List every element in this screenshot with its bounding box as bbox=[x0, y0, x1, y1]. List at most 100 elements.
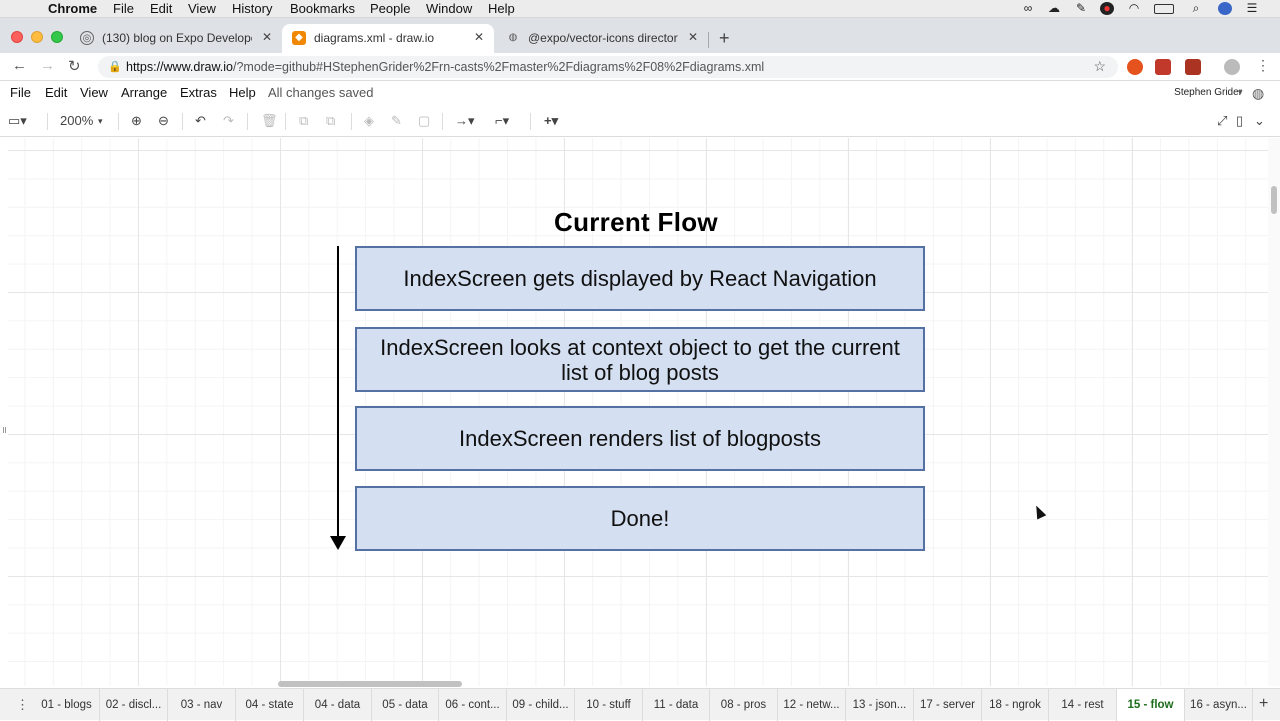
bookmark-star-icon[interactable]: ☆ bbox=[1093, 58, 1106, 75]
close-tab-icon[interactable]: ✕ bbox=[474, 30, 484, 44]
record-icon[interactable]: ● bbox=[1100, 2, 1114, 15]
sidebar-resize-handle[interactable] bbox=[3, 427, 6, 433]
browser-tab-drawio[interactable]: ◆ diagrams.xml - draw.io ✕ bbox=[282, 24, 494, 53]
connection-arrow-icon[interactable]: →▾ bbox=[455, 113, 475, 129]
format-panel-icon[interactable]: ▭▾ bbox=[8, 113, 27, 129]
mac-menu-file[interactable]: File bbox=[113, 1, 134, 16]
page-tab-active[interactable]: 15 - flow bbox=[1117, 689, 1185, 721]
chrome-menu-icon[interactable]: ⋮ bbox=[1256, 57, 1270, 74]
maximize-window-icon[interactable] bbox=[51, 31, 63, 43]
page-tab[interactable]: 04 - state bbox=[236, 689, 304, 721]
notification-center-icon[interactable]: ☰ bbox=[1244, 2, 1260, 15]
page-tab[interactable]: 13 - json... bbox=[846, 689, 914, 721]
close-tab-icon[interactable]: ✕ bbox=[688, 30, 698, 44]
diagram-title[interactable]: Current Flow bbox=[554, 207, 718, 238]
page-tab[interactable]: 04 - data bbox=[304, 689, 372, 721]
scroll-thumb[interactable] bbox=[278, 681, 462, 687]
menu-extras[interactable]: Extras bbox=[180, 85, 217, 100]
new-tab-button[interactable]: + bbox=[719, 28, 730, 49]
zoom-in-icon[interactable]: ⊕ bbox=[131, 113, 142, 129]
address-bar[interactable]: 🔒 https://www.draw.io/?mode=github#HStep… bbox=[98, 56, 1118, 78]
fill-color-icon[interactable]: ◈ bbox=[364, 113, 374, 129]
waypoints-icon[interactable]: ⌐▾ bbox=[495, 113, 509, 129]
browser-tab-vector-icons[interactable]: ◍ @expo/vector-icons directory ✕ bbox=[496, 24, 706, 53]
cloud-icon[interactable]: ☁ bbox=[1046, 2, 1062, 15]
mac-menu-window[interactable]: Window bbox=[426, 1, 472, 16]
page-tab[interactable]: 16 - asyn... bbox=[1185, 689, 1253, 721]
zoom-out-icon[interactable]: ⊖ bbox=[158, 113, 169, 129]
mac-menu-people[interactable]: People bbox=[370, 1, 410, 16]
fullscreen-icon[interactable]: ⤢ bbox=[1217, 113, 1227, 129]
battery-icon[interactable] bbox=[1154, 4, 1174, 14]
menu-view[interactable]: View bbox=[80, 85, 108, 100]
url-text[interactable]: https://www.draw.io/?mode=github#HStephe… bbox=[126, 60, 764, 74]
mac-app-name[interactable]: Chrome bbox=[48, 1, 97, 16]
close-tab-icon[interactable]: ✕ bbox=[262, 30, 272, 44]
page-tab[interactable]: 02 - discl... bbox=[100, 689, 168, 721]
zoom-select[interactable]: 200% bbox=[60, 113, 93, 128]
page-tab[interactable]: 01 - blogs bbox=[34, 689, 100, 721]
extension-badge-icon[interactable] bbox=[1185, 59, 1201, 75]
page-tab[interactable]: 05 - data bbox=[372, 689, 439, 721]
page-tab[interactable]: 09 - child... bbox=[507, 689, 575, 721]
mac-menu-help[interactable]: Help bbox=[488, 1, 515, 16]
to-front-icon[interactable]: ⧉ bbox=[299, 113, 308, 129]
wifi-icon[interactable]: ◠ bbox=[1126, 2, 1142, 15]
brush-icon[interactable]: ✎ bbox=[1073, 2, 1089, 15]
vertical-scrollbar[interactable] bbox=[1268, 138, 1280, 686]
page-tab[interactable]: 11 - data bbox=[643, 689, 710, 721]
menu-edit[interactable]: Edit bbox=[45, 85, 67, 100]
page-tab[interactable]: 03 - nav bbox=[168, 689, 236, 721]
forward-icon[interactable]: → bbox=[40, 57, 55, 74]
flow-step-box[interactable]: IndexScreen gets displayed by React Navi… bbox=[355, 246, 925, 311]
chevron-down-icon[interactable]: ▾ bbox=[98, 116, 103, 127]
extension-lastpass-icon[interactable] bbox=[1155, 59, 1171, 75]
menu-arrange[interactable]: Arrange bbox=[121, 85, 167, 100]
user-name[interactable]: Stephen Grider bbox=[1174, 87, 1242, 98]
menu-help[interactable]: Help bbox=[229, 85, 256, 100]
minimize-window-icon[interactable] bbox=[31, 31, 43, 43]
language-globe-icon[interactable]: ◍ bbox=[1252, 85, 1264, 102]
back-icon[interactable]: ← bbox=[12, 57, 27, 74]
toolbar-divider bbox=[442, 113, 443, 130]
mac-menu-bookmarks[interactable]: Bookmarks bbox=[290, 1, 355, 16]
scroll-thumb[interactable] bbox=[1271, 186, 1277, 214]
extension-shield-icon[interactable] bbox=[1127, 59, 1143, 75]
profile-avatar[interactable] bbox=[1224, 59, 1240, 75]
flow-step-box[interactable]: IndexScreen renders list of blogposts bbox=[355, 406, 925, 471]
siri-icon[interactable] bbox=[1218, 2, 1232, 15]
close-window-icon[interactable] bbox=[11, 31, 23, 43]
flow-step-box[interactable]: IndexScreen looks at context object to g… bbox=[355, 327, 925, 392]
to-back-icon[interactable]: ⧉ bbox=[326, 113, 335, 129]
insert-plus-icon[interactable]: +▾ bbox=[544, 113, 558, 129]
diagram-canvas[interactable]: Current Flow IndexScreen gets displayed … bbox=[8, 138, 1268, 686]
page-tab[interactable]: 14 - rest bbox=[1049, 689, 1117, 721]
add-page-icon[interactable]: + bbox=[1259, 695, 1268, 713]
line-color-icon[interactable]: ✎ bbox=[391, 113, 402, 129]
search-icon[interactable]: ⌕ bbox=[1188, 2, 1204, 15]
reload-icon[interactable]: ↻ bbox=[68, 57, 81, 75]
chevron-down-icon[interactable]: ▾ bbox=[1238, 87, 1243, 98]
page-tab[interactable]: 12 - netw... bbox=[778, 689, 846, 721]
redo-icon[interactable]: ↷ bbox=[223, 113, 234, 129]
glasses-icon[interactable]: ∞ bbox=[1020, 2, 1036, 15]
shadow-icon[interactable]: ▢ bbox=[418, 113, 430, 129]
browser-tab-expo-blog[interactable]: ◎ (130) blog on Expo Developer T ✕ bbox=[70, 24, 280, 53]
menu-file[interactable]: File bbox=[10, 85, 31, 100]
horizontal-scrollbar[interactable] bbox=[8, 678, 1268, 688]
flow-step-box[interactable]: Done! bbox=[355, 486, 925, 551]
page-tab[interactable]: 06 - cont... bbox=[439, 689, 507, 721]
undo-icon[interactable]: ↶ bbox=[195, 113, 206, 129]
pages-menu-icon[interactable]: ⋮ bbox=[16, 697, 29, 713]
panel-toggle-icon[interactable]: ▯ bbox=[1236, 113, 1243, 129]
mac-menu-view[interactable]: View bbox=[188, 1, 216, 16]
flow-arrow-line[interactable] bbox=[337, 246, 339, 542]
page-tab[interactable]: 18 - ngrok bbox=[982, 689, 1049, 721]
page-tab[interactable]: 17 - server bbox=[914, 689, 982, 721]
mac-menu-history[interactable]: History bbox=[232, 1, 272, 16]
page-tab[interactable]: 10 - stuff bbox=[575, 689, 643, 721]
collapse-icon[interactable]: ⌄ bbox=[1254, 113, 1265, 129]
page-tab[interactable]: 08 - pros bbox=[710, 689, 778, 721]
delete-icon[interactable]: 🗑 bbox=[261, 113, 278, 129]
mac-menu-edit[interactable]: Edit bbox=[150, 1, 172, 16]
